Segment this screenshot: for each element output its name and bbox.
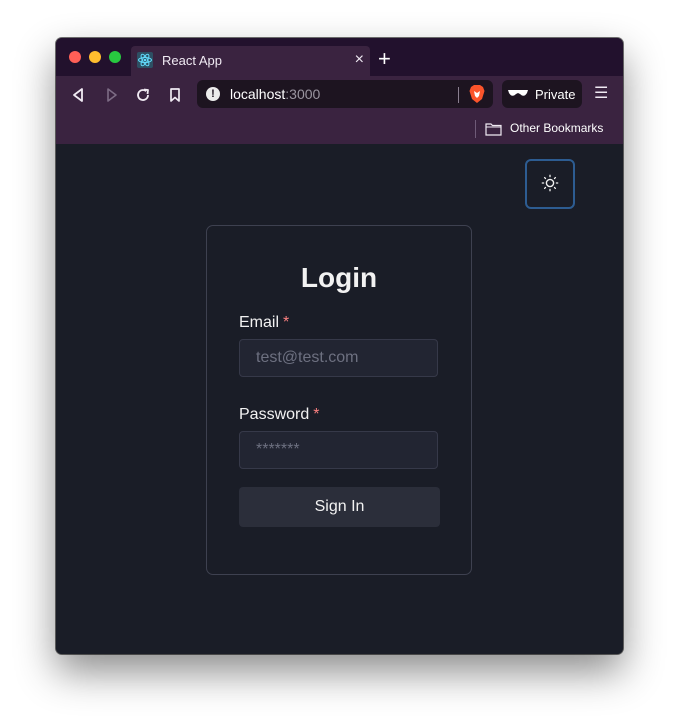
react-icon bbox=[137, 52, 153, 68]
back-icon[interactable] bbox=[69, 85, 89, 105]
address-divider bbox=[458, 87, 459, 103]
theme-toggle-button[interactable] bbox=[525, 159, 575, 209]
private-window-indicator[interactable]: Private bbox=[502, 80, 582, 108]
sign-in-button[interactable]: Sign In bbox=[239, 487, 440, 527]
private-label: Private bbox=[535, 87, 576, 102]
email-field[interactable] bbox=[239, 339, 438, 377]
login-card: Login Email* Password* Sign In bbox=[206, 225, 472, 575]
url-host: localhost bbox=[230, 86, 286, 102]
login-title: Login bbox=[300, 262, 378, 293]
tab-strip: React App × + bbox=[56, 38, 623, 76]
sun-icon bbox=[541, 174, 559, 195]
menu-icon[interactable]: ☰ bbox=[594, 86, 608, 102]
url-text: localhost:3000 bbox=[230, 86, 320, 102]
browser-toolbar: ! localhost:3000 Private ☰ bbox=[56, 76, 623, 114]
brave-shields-icon[interactable] bbox=[468, 84, 486, 104]
tab-react-app[interactable]: React App × bbox=[131, 46, 370, 76]
site-info-icon[interactable]: ! bbox=[206, 87, 220, 101]
password-label-text: Password bbox=[239, 406, 310, 423]
folder-icon bbox=[485, 122, 502, 136]
page-content: Login Email* Password* Sign In bbox=[56, 144, 623, 654]
new-tab-button[interactable]: + bbox=[378, 47, 391, 71]
tab-title: React App bbox=[162, 53, 222, 68]
other-bookmarks-link[interactable]: Other Bookmarks bbox=[510, 121, 603, 135]
zoom-window-button[interactable] bbox=[109, 51, 121, 63]
minimize-window-button[interactable] bbox=[89, 51, 101, 63]
bookmarks-divider bbox=[475, 120, 476, 138]
url-port: :3000 bbox=[285, 86, 321, 102]
bookmarks-bar: Other Bookmarks bbox=[56, 114, 623, 144]
forward-icon[interactable] bbox=[101, 85, 121, 105]
password-field[interactable] bbox=[239, 431, 438, 469]
private-glasses-icon bbox=[507, 87, 529, 106]
email-label-text: Email bbox=[239, 314, 280, 331]
address-bar[interactable]: ! localhost:3000 bbox=[197, 80, 493, 108]
browser-window: React App × + ! localhost:3000 Private ☰… bbox=[56, 38, 623, 654]
bookmark-icon[interactable] bbox=[165, 85, 185, 105]
reload-icon[interactable] bbox=[133, 85, 153, 105]
password-label: Password * bbox=[239, 406, 319, 424]
password-required-marker: * bbox=[313, 406, 320, 423]
email-label: Email * bbox=[239, 314, 289, 332]
email-required-marker: * bbox=[283, 314, 290, 331]
close-tab-icon[interactable]: × bbox=[355, 51, 364, 69]
close-window-button[interactable] bbox=[69, 51, 81, 63]
